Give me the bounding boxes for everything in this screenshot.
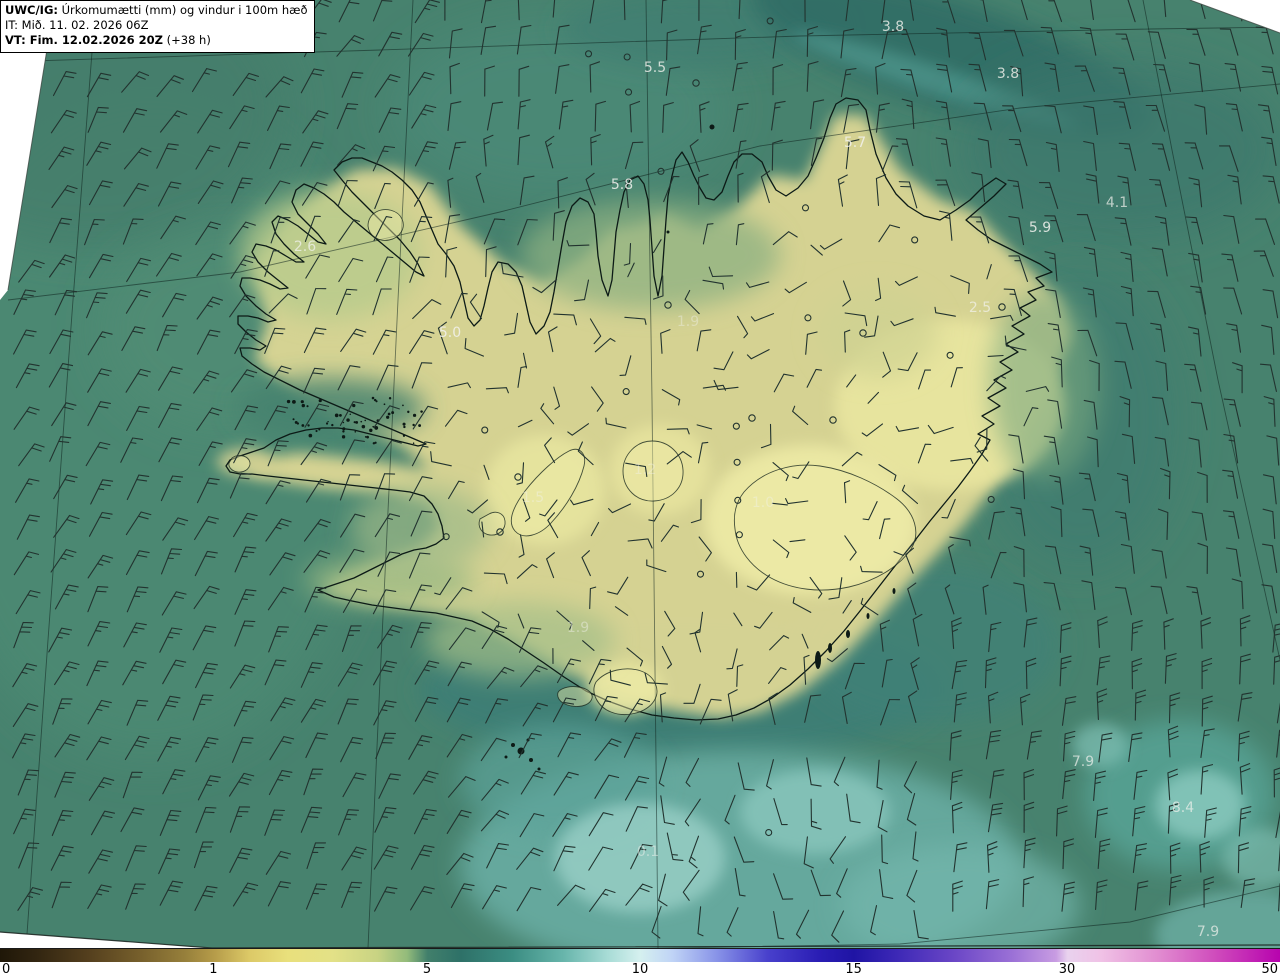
map-canvas: 3.8 5.5 3.8 5.7 5.8 4.1 5.9 2.6 2.5 1.9 5.0 1.2 1.5 1… bbox=[0, 0, 1280, 948]
svg-text:3.8: 3.8 bbox=[882, 19, 904, 35]
svg-text:1.9: 1.9 bbox=[567, 620, 589, 636]
colorbar-tick-labels: 0 1 5 10 15 30 50 bbox=[0, 962, 1280, 978]
title-line-init: IT: Mið. 11. 02. 2026 06Z bbox=[5, 18, 149, 33]
svg-text:4.1: 4.1 bbox=[1106, 195, 1128, 211]
title-line-product: UWC/IG: Úrkomumætti (mm) og vindur i 100… bbox=[5, 3, 308, 17]
svg-text:2.5: 2.5 bbox=[969, 300, 991, 316]
svg-text:1.0: 1.0 bbox=[752, 495, 774, 511]
svg-text:5.0: 5.0 bbox=[439, 325, 461, 341]
colorbar: 0 1 5 10 15 30 50 bbox=[0, 948, 1280, 978]
svg-text:5.5: 5.5 bbox=[644, 60, 666, 76]
svg-text:7.9: 7.9 bbox=[1197, 924, 1219, 940]
svg-text:1.2: 1.2 bbox=[634, 462, 656, 478]
colorbar-tick: 5 bbox=[422, 962, 432, 977]
colorbar-tick: 30 bbox=[1058, 962, 1076, 977]
svg-text:5.8: 5.8 bbox=[611, 177, 633, 193]
svg-text:1.9: 1.9 bbox=[677, 314, 699, 330]
colorbar-tick: 15 bbox=[845, 962, 862, 977]
model-name: UWC/IG: bbox=[5, 3, 58, 17]
svg-text:3.8: 3.8 bbox=[997, 66, 1019, 82]
colorbar-tick: 10 bbox=[631, 962, 649, 977]
svg-text:0.1: 0.1 bbox=[637, 844, 659, 860]
svg-text:5.9: 5.9 bbox=[1029, 220, 1051, 236]
svg-text:8.4: 8.4 bbox=[1172, 800, 1194, 816]
colorbar-tick: 50 bbox=[1261, 962, 1278, 977]
colorbar-tick: 0 bbox=[2, 962, 11, 977]
colorbar-gradient bbox=[0, 948, 1280, 963]
svg-text:7.9: 7.9 bbox=[1072, 754, 1094, 770]
weather-map-screenshot: 3.8 5.5 3.8 5.7 5.8 4.1 5.9 2.6 2.5 1.9 5.0 1.2 1.5 1… bbox=[0, 0, 1280, 978]
svg-text:5.7: 5.7 bbox=[844, 135, 866, 151]
title-box: UWC/IG: Úrkomumætti (mm) og vindur i 100… bbox=[0, 0, 315, 53]
colorbar-tick: 1 bbox=[209, 962, 218, 977]
title-line-valid: VT: Fim. 12.02.2026 20Z (+38 h) bbox=[5, 33, 211, 48]
svg-text:1.5: 1.5 bbox=[522, 490, 544, 506]
svg-text:2.6: 2.6 bbox=[294, 239, 316, 255]
